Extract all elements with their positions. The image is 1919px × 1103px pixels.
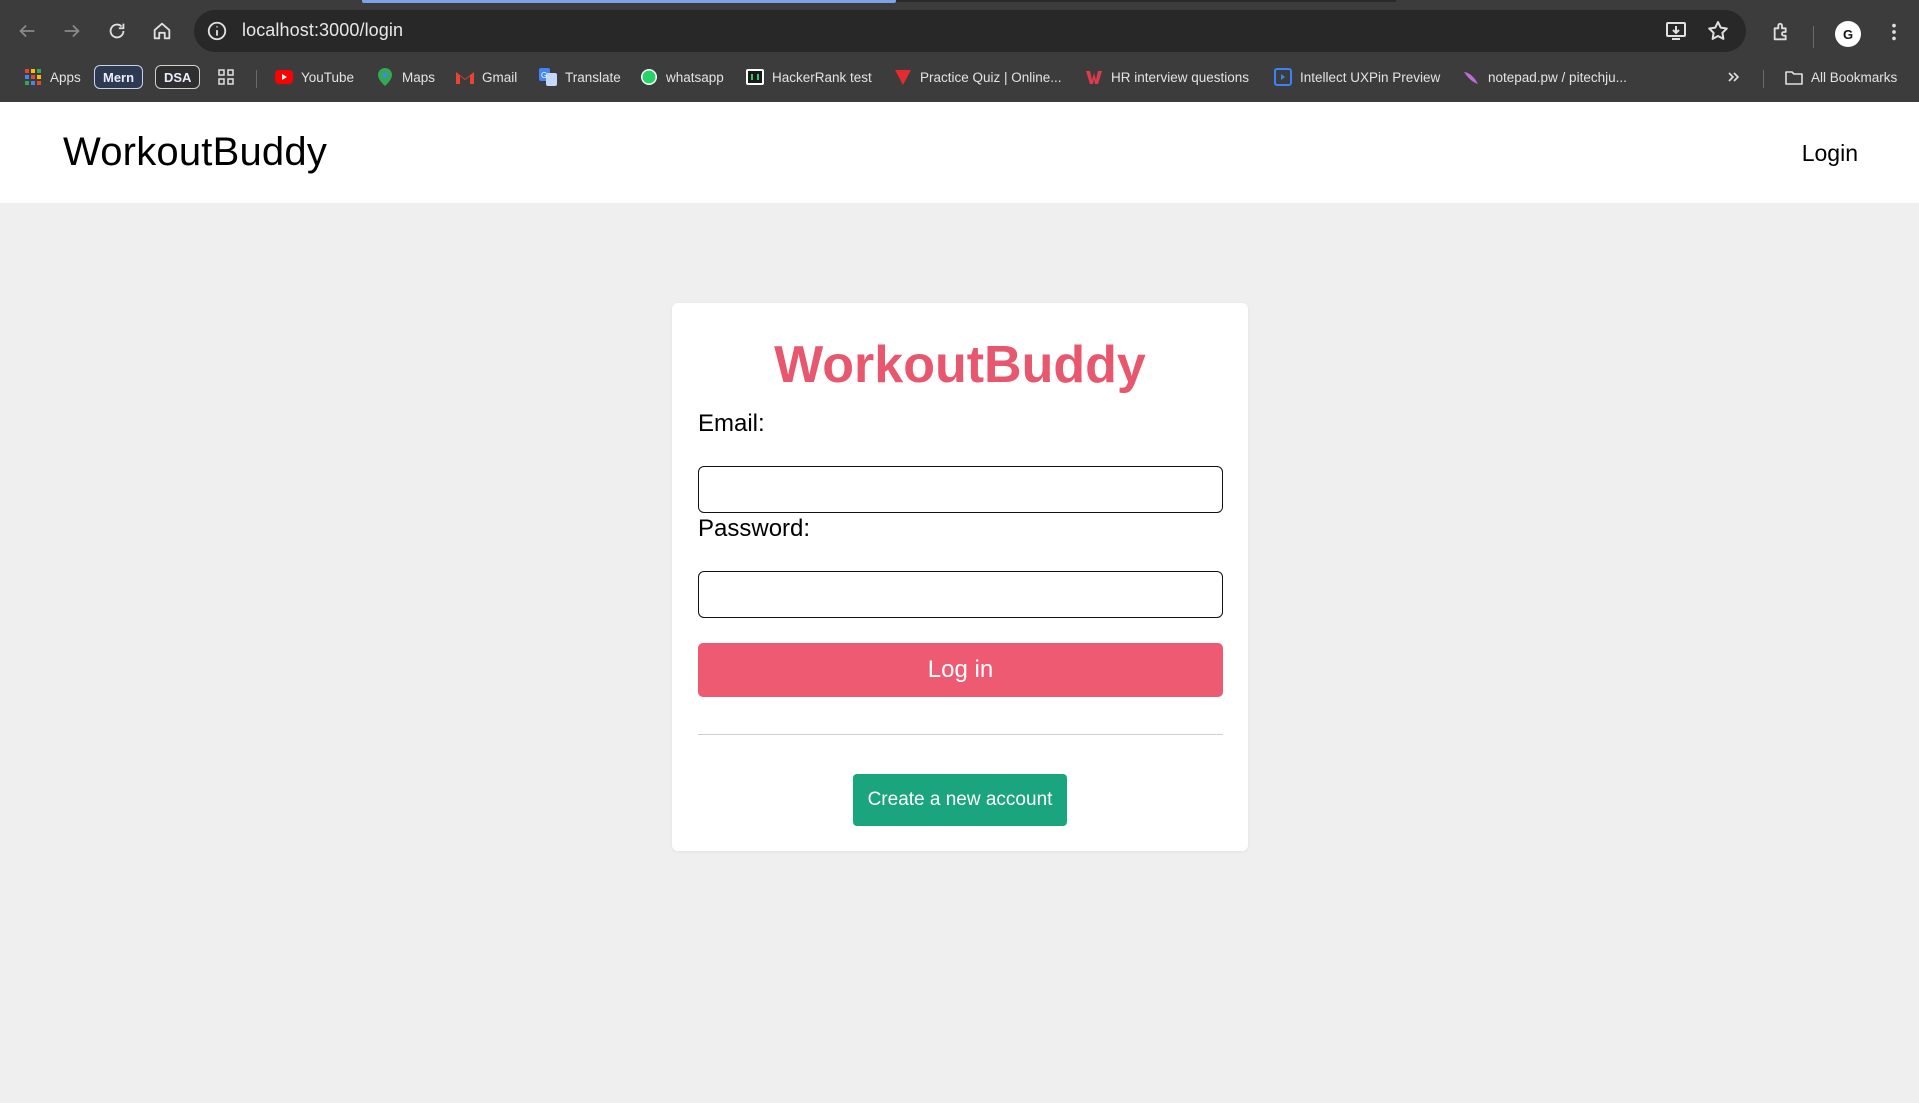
bookmarks-bar: Apps Mern DSA YouTube Maps Gmail G Trans… <box>0 62 1919 92</box>
chevron-double-right-icon <box>1725 68 1743 86</box>
tab-grid-icon <box>217 68 235 86</box>
bookmark-label: whatsapp <box>666 69 724 85</box>
bookmark-separator <box>1763 70 1764 88</box>
tab-groups-button[interactable] <box>217 64 235 90</box>
home-icon <box>153 22 171 40</box>
hackerrank-icon <box>746 68 764 86</box>
active-tab-indicator <box>362 0 896 3</box>
form-divider <box>698 734 1223 735</box>
bookmark-star-icon[interactable] <box>1706 19 1730 43</box>
create-account-button[interactable]: Create a new account <box>853 774 1067 826</box>
all-bookmarks-label: All Bookmarks <box>1811 69 1898 85</box>
all-bookmarks-button[interactable]: All Bookmarks <box>1785 64 1897 90</box>
bookmark-hackerrank[interactable]: HackerRank test <box>746 64 872 90</box>
bookmark-folder-mern[interactable]: Mern <box>94 65 144 89</box>
browser-chrome: localhost:3000/login G Apps Mern DSA You… <box>0 0 1919 102</box>
bookmark-translate[interactable]: G Translate <box>539 64 621 90</box>
kebab-menu-icon <box>1892 23 1896 41</box>
folder-icon <box>1785 68 1803 86</box>
bookmark-label: HR interview questions <box>1111 69 1250 85</box>
nav-login-link[interactable]: Login <box>1802 140 1858 167</box>
bookmark-gmail[interactable]: Gmail <box>456 64 517 90</box>
youtube-icon <box>275 68 293 86</box>
bookmark-maps[interactable]: Maps <box>376 64 435 90</box>
bookmark-label: Gmail <box>482 69 518 85</box>
bookmark-separator <box>256 70 257 88</box>
back-button[interactable] <box>12 16 42 46</box>
bookmarks-overflow-button[interactable] <box>1725 64 1743 90</box>
whatsapp-icon <box>640 68 658 86</box>
bookmark-youtube[interactable]: YouTube <box>275 64 354 90</box>
password-label: Password: <box>698 515 811 542</box>
reload-icon <box>109 23 125 39</box>
app-brand-logo[interactable]: WorkoutBuddy <box>63 130 327 175</box>
login-form-title: WorkoutBuddy <box>774 336 1146 394</box>
bookmark-label: Practice Quiz | Online... <box>920 69 1062 85</box>
login-button[interactable]: Log in <box>698 643 1223 697</box>
bookmark-label: notepad.pw / pitechju... <box>1488 69 1627 85</box>
reload-button[interactable] <box>102 16 132 46</box>
apps-grid-icon <box>24 68 42 86</box>
svg-text:G: G <box>541 71 547 80</box>
address-bar[interactable]: localhost:3000/login <box>194 10 1746 52</box>
forward-button[interactable] <box>57 16 87 46</box>
app-header: WorkoutBuddy Login <box>0 102 1919 203</box>
bookmark-label: Intellect UXPin Preview <box>1300 69 1441 85</box>
bookmark-label: Maps <box>402 69 436 85</box>
arrow-right-icon <box>64 24 80 38</box>
translate-icon: G <box>539 68 557 86</box>
maps-pin-icon <box>376 68 394 86</box>
login-form: WorkoutBuddy Email: Password: Log in Cre… <box>672 303 1248 851</box>
bookmark-notepad[interactable]: notepad.pw / pitechju... <box>1462 64 1627 90</box>
bookmark-hr-interview[interactable]: HR interview questions <box>1085 64 1249 90</box>
email-field[interactable] <box>698 466 1223 513</box>
bookmark-label: HackerRank test <box>772 69 872 85</box>
hr-icon <box>1085 68 1103 86</box>
bookmark-apps[interactable]: Apps <box>24 64 81 90</box>
bookmark-uxpin[interactable]: Intellect UXPin Preview <box>1274 64 1440 90</box>
gmail-icon <box>456 68 474 86</box>
tab-strip-divider <box>896 0 1396 2</box>
address-bar-url[interactable]: localhost:3000/login <box>242 20 403 41</box>
profile-avatar[interactable]: G <box>1835 21 1861 47</box>
email-label: Email: <box>698 410 765 437</box>
toolbar-separator <box>1813 26 1814 48</box>
bookmark-folder-dsa[interactable]: DSA <box>155 65 201 89</box>
site-info-icon[interactable] <box>206 20 228 42</box>
puzzle-icon <box>1773 22 1787 41</box>
browser-menu-button[interactable] <box>1880 18 1908 46</box>
bookmark-label: Translate <box>565 69 621 85</box>
extensions-button[interactable] <box>1768 18 1796 46</box>
bookmark-whatsapp[interactable]: whatsapp <box>640 64 724 90</box>
password-field[interactable] <box>698 571 1223 618</box>
browser-toolbar: localhost:3000/login G <box>0 6 1919 56</box>
install-app-icon[interactable] <box>1664 19 1688 43</box>
home-button[interactable] <box>147 16 177 46</box>
uxpin-icon <box>1274 68 1292 86</box>
bookmark-practice-quiz[interactable]: Practice Quiz | Online... <box>894 64 1062 90</box>
notepad-icon <box>1462 68 1480 86</box>
bookmark-label: Apps <box>50 69 81 85</box>
bookmark-label: YouTube <box>301 69 355 85</box>
arrow-left-icon <box>19 24 35 38</box>
quiz-icon <box>894 68 912 86</box>
